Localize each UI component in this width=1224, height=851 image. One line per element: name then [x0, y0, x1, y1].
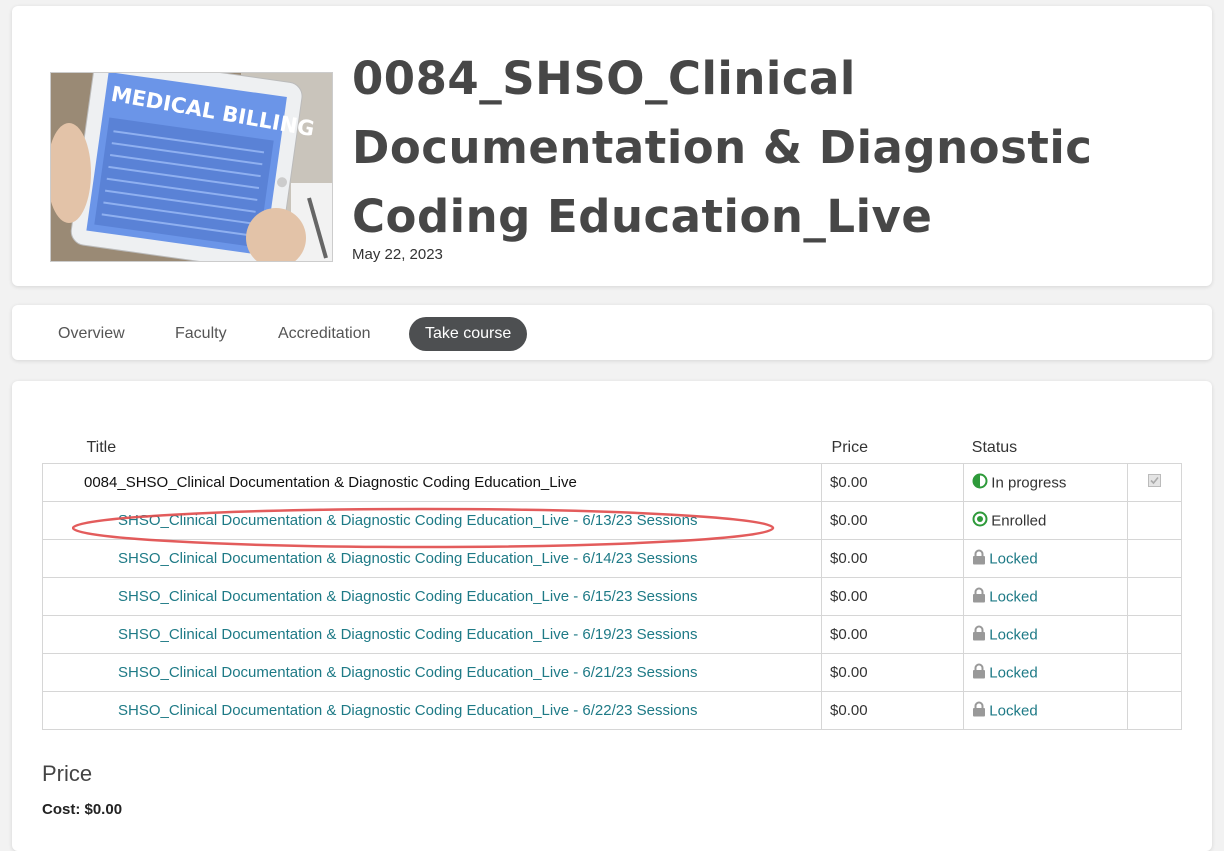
- table-row: SHSO_Clinical Documentation & Diagnostic…: [41, 615, 1182, 654]
- tab-take-course[interactable]: Take course: [409, 317, 528, 351]
- lock-icon: [972, 663, 986, 683]
- table-row-parent: 0084_SHSO_Clinical Documentation & Diagn…: [41, 463, 1182, 502]
- status-label[interactable]: Locked: [989, 550, 1037, 567]
- status-label[interactable]: Locked: [989, 626, 1037, 643]
- half-circle-icon: [972, 473, 988, 493]
- status-label[interactable]: Locked: [989, 664, 1037, 681]
- session-status: Locked: [963, 577, 1129, 616]
- course-table: Title Price Status 0084_SHSO_Clinical Do…: [41, 433, 1182, 730]
- session-status: Locked: [963, 653, 1129, 692]
- price-section-heading: Price: [42, 761, 93, 786]
- lock-icon: [972, 625, 986, 645]
- empty-check-cell: [1127, 653, 1182, 692]
- tab-faculty[interactable]: Faculty: [159, 317, 243, 351]
- session-link[interactable]: SHSO_Clinical Documentation & Diagnostic…: [118, 550, 698, 567]
- column-header-title: Title: [86, 439, 117, 456]
- cost-value: Cost: $0.00: [42, 801, 123, 818]
- column-header-status: Status: [971, 439, 1018, 456]
- lock-icon: [972, 549, 986, 569]
- session-status: Locked: [963, 615, 1129, 654]
- session-status: Locked: [963, 539, 1129, 578]
- session-link[interactable]: SHSO_Clinical Documentation & Diagnostic…: [118, 664, 698, 681]
- medical-billing-tablet-image: MEDICAL BILLING: [51, 73, 332, 261]
- parent-course-status: In progress: [963, 463, 1129, 502]
- session-link[interactable]: SHSO_Clinical Documentation & Diagnostic…: [118, 512, 698, 529]
- column-header-check: [1128, 433, 1182, 464]
- status-label: Enrolled: [991, 512, 1047, 529]
- session-link[interactable]: SHSO_Clinical Documentation & Diagnostic…: [118, 626, 698, 643]
- session-link[interactable]: SHSO_Clinical Documentation & Diagnostic…: [118, 702, 698, 719]
- course-header: MEDICAL BILLING 0084_SHSO_Clinical Docum…: [12, 6, 1212, 286]
- column-header-price: Price: [831, 439, 868, 456]
- course-date: May 22, 2023: [352, 246, 443, 263]
- status-label: In progress: [991, 474, 1067, 491]
- parent-course-price: $0.00: [821, 463, 965, 502]
- empty-check-cell: [1127, 539, 1182, 578]
- session-price: $0.00: [821, 501, 965, 540]
- session-price: $0.00: [821, 691, 965, 730]
- session-status: Enrolled: [963, 501, 1129, 540]
- status-label[interactable]: Locked: [989, 588, 1037, 605]
- table-row: SHSO_Clinical Documentation & Diagnostic…: [41, 653, 1182, 692]
- empty-check-cell: [1127, 501, 1182, 540]
- empty-check-cell: [1127, 577, 1182, 616]
- take-course-panel: Title Price Status 0084_SHSO_Clinical Do…: [12, 381, 1212, 851]
- status-label[interactable]: Locked: [989, 702, 1037, 719]
- lock-icon: [972, 701, 986, 721]
- session-price: $0.00: [821, 653, 965, 692]
- session-status: Locked: [963, 691, 1129, 730]
- session-link[interactable]: SHSO_Clinical Documentation & Diagnostic…: [118, 588, 698, 605]
- session-price: $0.00: [821, 539, 965, 578]
- session-price: $0.00: [821, 615, 965, 654]
- table-row: SHSO_Clinical Documentation & Diagnostic…: [41, 539, 1182, 578]
- table-row: SHSO_Clinical Documentation & Diagnostic…: [41, 501, 1182, 540]
- empty-check-cell: [1127, 691, 1182, 730]
- course-thumbnail: MEDICAL BILLING: [50, 72, 333, 262]
- completion-checkbox[interactable]: [1148, 474, 1162, 487]
- completion-checkbox-cell: [1127, 463, 1182, 502]
- table-row: SHSO_Clinical Documentation & Diagnostic…: [41, 691, 1182, 730]
- tab-overview[interactable]: Overview: [42, 317, 141, 351]
- empty-check-cell: [1127, 615, 1182, 654]
- tab-accreditation[interactable]: Accreditation: [262, 317, 387, 351]
- course-tabs: Overview Faculty Accreditation Take cour…: [12, 305, 1212, 360]
- table-header-row: Title Price Status: [43, 433, 1182, 464]
- check-icon: [1150, 476, 1159, 485]
- radio-dot-icon: [972, 511, 988, 531]
- session-price: $0.00: [821, 577, 965, 616]
- page-title: 0084_SHSO_Clinical Documentation & Diagn…: [352, 52, 1093, 243]
- parent-course-title: 0084_SHSO_Clinical Documentation & Diagn…: [41, 463, 823, 502]
- table-row: SHSO_Clinical Documentation & Diagnostic…: [41, 577, 1182, 616]
- lock-icon: [972, 587, 986, 607]
